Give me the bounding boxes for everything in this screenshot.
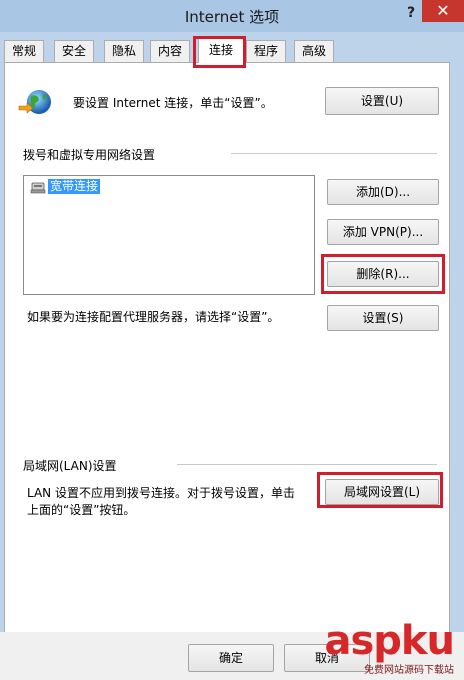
proxy-settings-button[interactable]: 设置(S) xyxy=(327,305,439,331)
lan-group-divider xyxy=(177,464,437,465)
lan-instruction-line2: 上面的“设置”按钮。 xyxy=(27,503,136,517)
tab-programs[interactable]: 程序 xyxy=(246,40,286,62)
dialup-group-label: 拨号和虚拟专用网络设置 xyxy=(23,148,156,162)
lan-instruction-line1: LAN 设置不应用到拨号连接。对于拨号设置，单击 xyxy=(27,486,295,500)
tab-content[interactable]: 内容 xyxy=(150,40,190,62)
watermark-brand: aspku xyxy=(324,618,455,664)
proxy-instruction: 如果要为连接配置代理服务器，请选择“设置”。 xyxy=(27,310,280,324)
lan-settings-button[interactable]: 局域网设置(L) xyxy=(325,479,439,505)
close-button[interactable]: ✕ xyxy=(422,0,464,22)
tab-general[interactable]: 常规 xyxy=(4,40,44,62)
list-item-broadband[interactable]: 宽带连接 xyxy=(48,179,101,194)
setup-instruction: 要设置 Internet 连接，单击“设置”。 xyxy=(73,96,273,110)
globe-icon xyxy=(17,88,53,118)
aspku-watermark: aspku 免费网站源码下载站 xyxy=(324,618,455,676)
setup-button[interactable]: 设置(U) xyxy=(325,87,439,115)
add-vpn-button[interactable]: 添加 VPN(P)... xyxy=(327,219,439,245)
add-button[interactable]: 添加(D)... xyxy=(327,179,439,205)
dialog-footer: 确定 取消 aspku 免费网站源码下载站 xyxy=(0,621,464,680)
tab-connections[interactable]: 连接 xyxy=(198,37,244,63)
window-title: Internet 选项 xyxy=(184,8,280,26)
dialup-group-divider xyxy=(231,153,437,154)
connections-panel: 要设置 Internet 连接，单击“设置”。 设置(U) 拨号和虚拟专用网络设… xyxy=(4,62,450,634)
connection-list[interactable]: 宽带连接 xyxy=(23,175,315,295)
help-button[interactable]: ? xyxy=(400,2,422,24)
tab-security[interactable]: 安全 xyxy=(54,40,94,62)
broadband-connection-icon xyxy=(30,180,46,194)
lan-group-label: 局域网(LAN)设置 xyxy=(23,459,117,473)
title-bar: Internet 选项 ? ✕ xyxy=(0,0,464,32)
tab-advanced[interactable]: 高级 xyxy=(294,40,334,62)
delete-button[interactable]: 删除(R)... xyxy=(327,261,439,287)
ok-button[interactable]: 确定 xyxy=(188,644,274,672)
tab-privacy[interactable]: 隐私 xyxy=(104,40,144,62)
